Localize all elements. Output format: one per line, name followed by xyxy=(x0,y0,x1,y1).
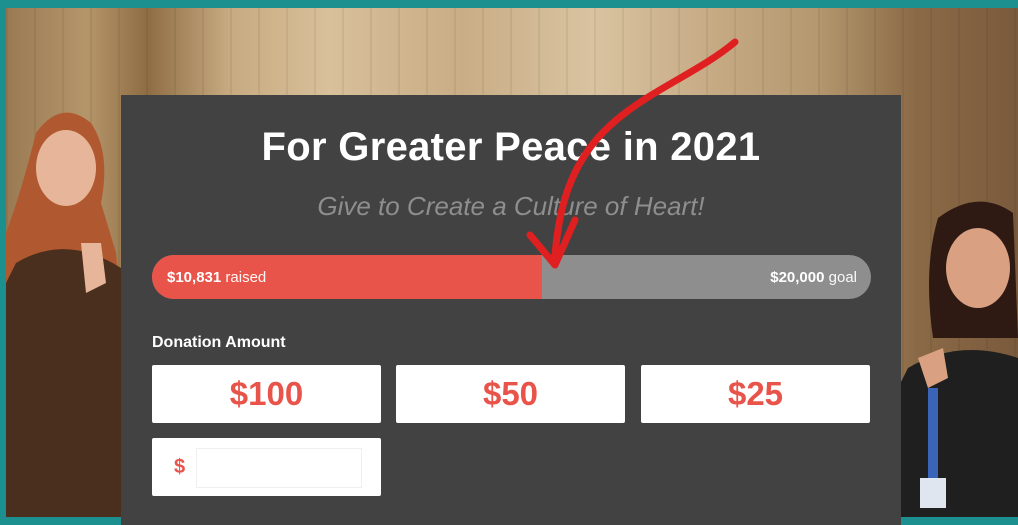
amount-50-button[interactable]: $50 xyxy=(396,365,625,423)
campaign-title: For Greater Peace in 2021 xyxy=(261,125,761,169)
goal-text: $20,000 goal xyxy=(770,269,857,286)
amount-100-button[interactable]: $100 xyxy=(152,365,381,423)
custom-amount-input[interactable] xyxy=(196,448,362,488)
goal-amount: $20,000 xyxy=(770,269,825,286)
donation-card: For Greater Peace in 2021 Give to Create… xyxy=(121,95,901,525)
raised-text: $10,831 raised xyxy=(167,269,266,286)
campaign-subtitle: Give to Create a Culture of Heart! xyxy=(317,191,705,221)
person-left-image xyxy=(6,112,126,517)
donation-amount-label: Donation Amount xyxy=(152,334,286,351)
raised-suffix: raised xyxy=(221,269,267,286)
goal-suffix: goal xyxy=(824,269,857,286)
person-right-image xyxy=(898,201,1018,517)
currency-symbol: $ xyxy=(174,456,186,478)
amount-25-button[interactable]: $25 xyxy=(641,365,870,423)
custom-amount-box: $ xyxy=(152,438,381,496)
donation-progress-bar: $10,831 raised $20,000 goal xyxy=(152,255,871,299)
raised-amount: $10,831 xyxy=(167,269,222,286)
